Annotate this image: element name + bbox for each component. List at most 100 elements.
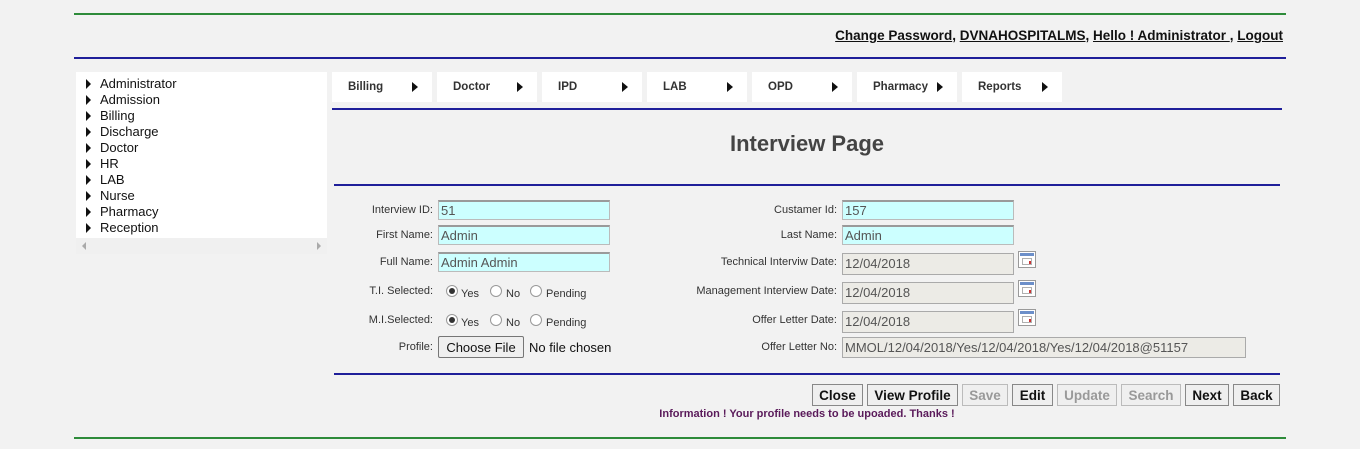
scroll-right-icon[interactable] <box>317 242 321 250</box>
menu-item-ipd[interactable]: IPD <box>542 72 642 102</box>
ti-no-radio[interactable] <box>490 285 502 297</box>
menu-item-label: LAB <box>663 81 687 93</box>
menu-item-label: IPD <box>558 81 578 93</box>
sidebar-item-lab[interactable]: LAB <box>76 172 327 188</box>
customer-id-input[interactable]: 157 <box>842 200 1014 220</box>
interview-id-input[interactable]: 51 <box>438 200 610 220</box>
sidebar-item-admission[interactable]: Admission <box>76 92 327 108</box>
submenu-arrow-icon <box>727 82 733 92</box>
submenu-arrow-icon <box>412 82 418 92</box>
sidebar-item-discharge[interactable]: Discharge <box>76 124 327 140</box>
full-name-input[interactable]: Admin Admin <box>438 252 610 272</box>
expand-arrow-icon <box>86 175 91 185</box>
close-button[interactable]: Close <box>812 384 863 406</box>
offer-date-label: Offer Letter Date: <box>752 314 837 326</box>
sidebar-item-label: Billing <box>100 108 135 123</box>
horizontal-scrollbar[interactable] <box>76 238 327 254</box>
sidebar-item-administrator[interactable]: Administrator <box>76 76 327 92</box>
sidebar-item-doctor[interactable]: Doctor <box>76 140 327 156</box>
search-button[interactable]: Search <box>1121 384 1181 406</box>
calendar-icon[interactable] <box>1018 280 1036 297</box>
menu-item-lab[interactable]: LAB <box>647 72 747 102</box>
update-button[interactable]: Update <box>1057 384 1117 406</box>
sidebar-item-label: Reception <box>100 220 159 235</box>
hospital-name-link[interactable]: DVNAHOSPITALMS <box>960 28 1086 43</box>
separator: , <box>952 28 960 43</box>
mi-no-radio[interactable] <box>490 314 502 326</box>
expand-arrow-icon <box>86 191 91 201</box>
sidebar-item-label: Admission <box>100 92 160 107</box>
mi-pending-label: Pending <box>546 317 587 329</box>
separator: , <box>1085 28 1093 43</box>
first-name-label: First Name: <box>376 229 433 241</box>
management-date-input[interactable]: 12/04/2018 <box>842 282 1014 304</box>
info-message: Information ! Your profile needs to be u… <box>659 408 955 420</box>
edit-button[interactable]: Edit <box>1012 384 1053 406</box>
view-profile-button[interactable]: View Profile <box>867 384 958 406</box>
sidebar-item-pharmacy[interactable]: Pharmacy <box>76 204 327 220</box>
logout-link[interactable]: Logout <box>1237 28 1283 43</box>
offer-no-label: Offer Letter No: <box>761 341 837 353</box>
expand-arrow-icon <box>86 127 91 137</box>
menu-item-doctor[interactable]: Doctor <box>437 72 537 102</box>
first-name-input[interactable]: Admin <box>438 225 610 245</box>
ti-yes-label: Yes <box>461 288 479 300</box>
back-button[interactable]: Back <box>1233 384 1280 406</box>
menu-item-billing[interactable]: Billing <box>332 72 432 102</box>
sidebar-item-label: Doctor <box>100 140 139 155</box>
menu-item-reports[interactable]: Reports <box>962 72 1062 102</box>
sidebar-item-label: Discharge <box>100 124 159 139</box>
sidebar-item-nurse[interactable]: Nurse <box>76 188 327 204</box>
hello-user-link[interactable]: Hello ! Administrator <box>1093 28 1230 43</box>
offer-date-input[interactable]: 12/04/2018 <box>842 311 1014 333</box>
sidebar-item-label: Administrator <box>100 76 177 91</box>
user-links-bar: Change Password, DVNAHOSPITALMS, Hello !… <box>835 28 1283 43</box>
ti-pending-radio[interactable] <box>530 285 542 297</box>
page-title: Interview Page <box>729 131 885 156</box>
menu-item-label: Reports <box>978 81 1022 93</box>
choose-file-button[interactable]: Choose File <box>438 336 524 358</box>
menu-item-label: OPD <box>768 81 793 93</box>
file-status-text: No file chosen <box>529 340 612 355</box>
mi-selected-label: M.I.Selected: <box>368 314 433 326</box>
form-divider <box>334 373 1280 375</box>
sidebar-tree: Administrator Admission Billing Discharg… <box>76 72 327 254</box>
bottom-divider <box>74 437 1286 439</box>
submenu-arrow-icon <box>517 82 523 92</box>
ti-no-label: No <box>506 288 521 300</box>
expand-arrow-icon <box>86 79 91 89</box>
sidebar-item-hr[interactable]: HR <box>76 156 327 172</box>
title-divider <box>334 184 1280 186</box>
sidebar-item-reception[interactable]: Reception <box>76 220 327 236</box>
menu-item-opd[interactable]: OPD <box>752 72 852 102</box>
save-button[interactable]: Save <box>962 384 1008 406</box>
menu-divider <box>332 108 1282 110</box>
menu-item-pharmacy[interactable]: Pharmacy <box>857 72 957 102</box>
offer-no-input[interactable]: MMOL/12/04/2018/Yes/12/04/2018/Yes/12/04… <box>842 337 1246 358</box>
submenu-arrow-icon <box>622 82 628 92</box>
expand-arrow-icon <box>86 207 91 217</box>
mi-yes-radio[interactable] <box>446 314 458 326</box>
change-password-link[interactable]: Change Password <box>835 28 952 43</box>
last-name-label: Last Name: <box>780 229 837 241</box>
sidebar-item-label: Nurse <box>100 188 135 203</box>
last-name-input[interactable]: Admin <box>842 225 1014 245</box>
calendar-icon[interactable] <box>1018 251 1036 268</box>
expand-arrow-icon <box>86 111 91 121</box>
sidebar-item-billing[interactable]: Billing <box>76 108 327 124</box>
mi-yes-label: Yes <box>461 317 479 329</box>
expand-arrow-icon <box>86 143 91 153</box>
header-divider <box>74 57 1286 59</box>
scroll-left-icon[interactable] <box>82 242 86 250</box>
profile-label: Profile: <box>398 341 433 353</box>
ti-yes-radio[interactable] <box>446 285 458 297</box>
mi-pending-radio[interactable] <box>530 314 542 326</box>
interview-id-label: Interview ID: <box>371 204 433 216</box>
submenu-arrow-icon <box>937 82 943 92</box>
calendar-icon[interactable] <box>1018 309 1036 326</box>
next-button[interactable]: Next <box>1185 384 1229 406</box>
menu-item-label: Pharmacy <box>873 81 928 93</box>
technical-date-input[interactable]: 12/04/2018 <box>842 253 1014 275</box>
expand-arrow-icon <box>86 159 91 169</box>
ti-selected-label: T.I. Selected: <box>369 285 433 297</box>
